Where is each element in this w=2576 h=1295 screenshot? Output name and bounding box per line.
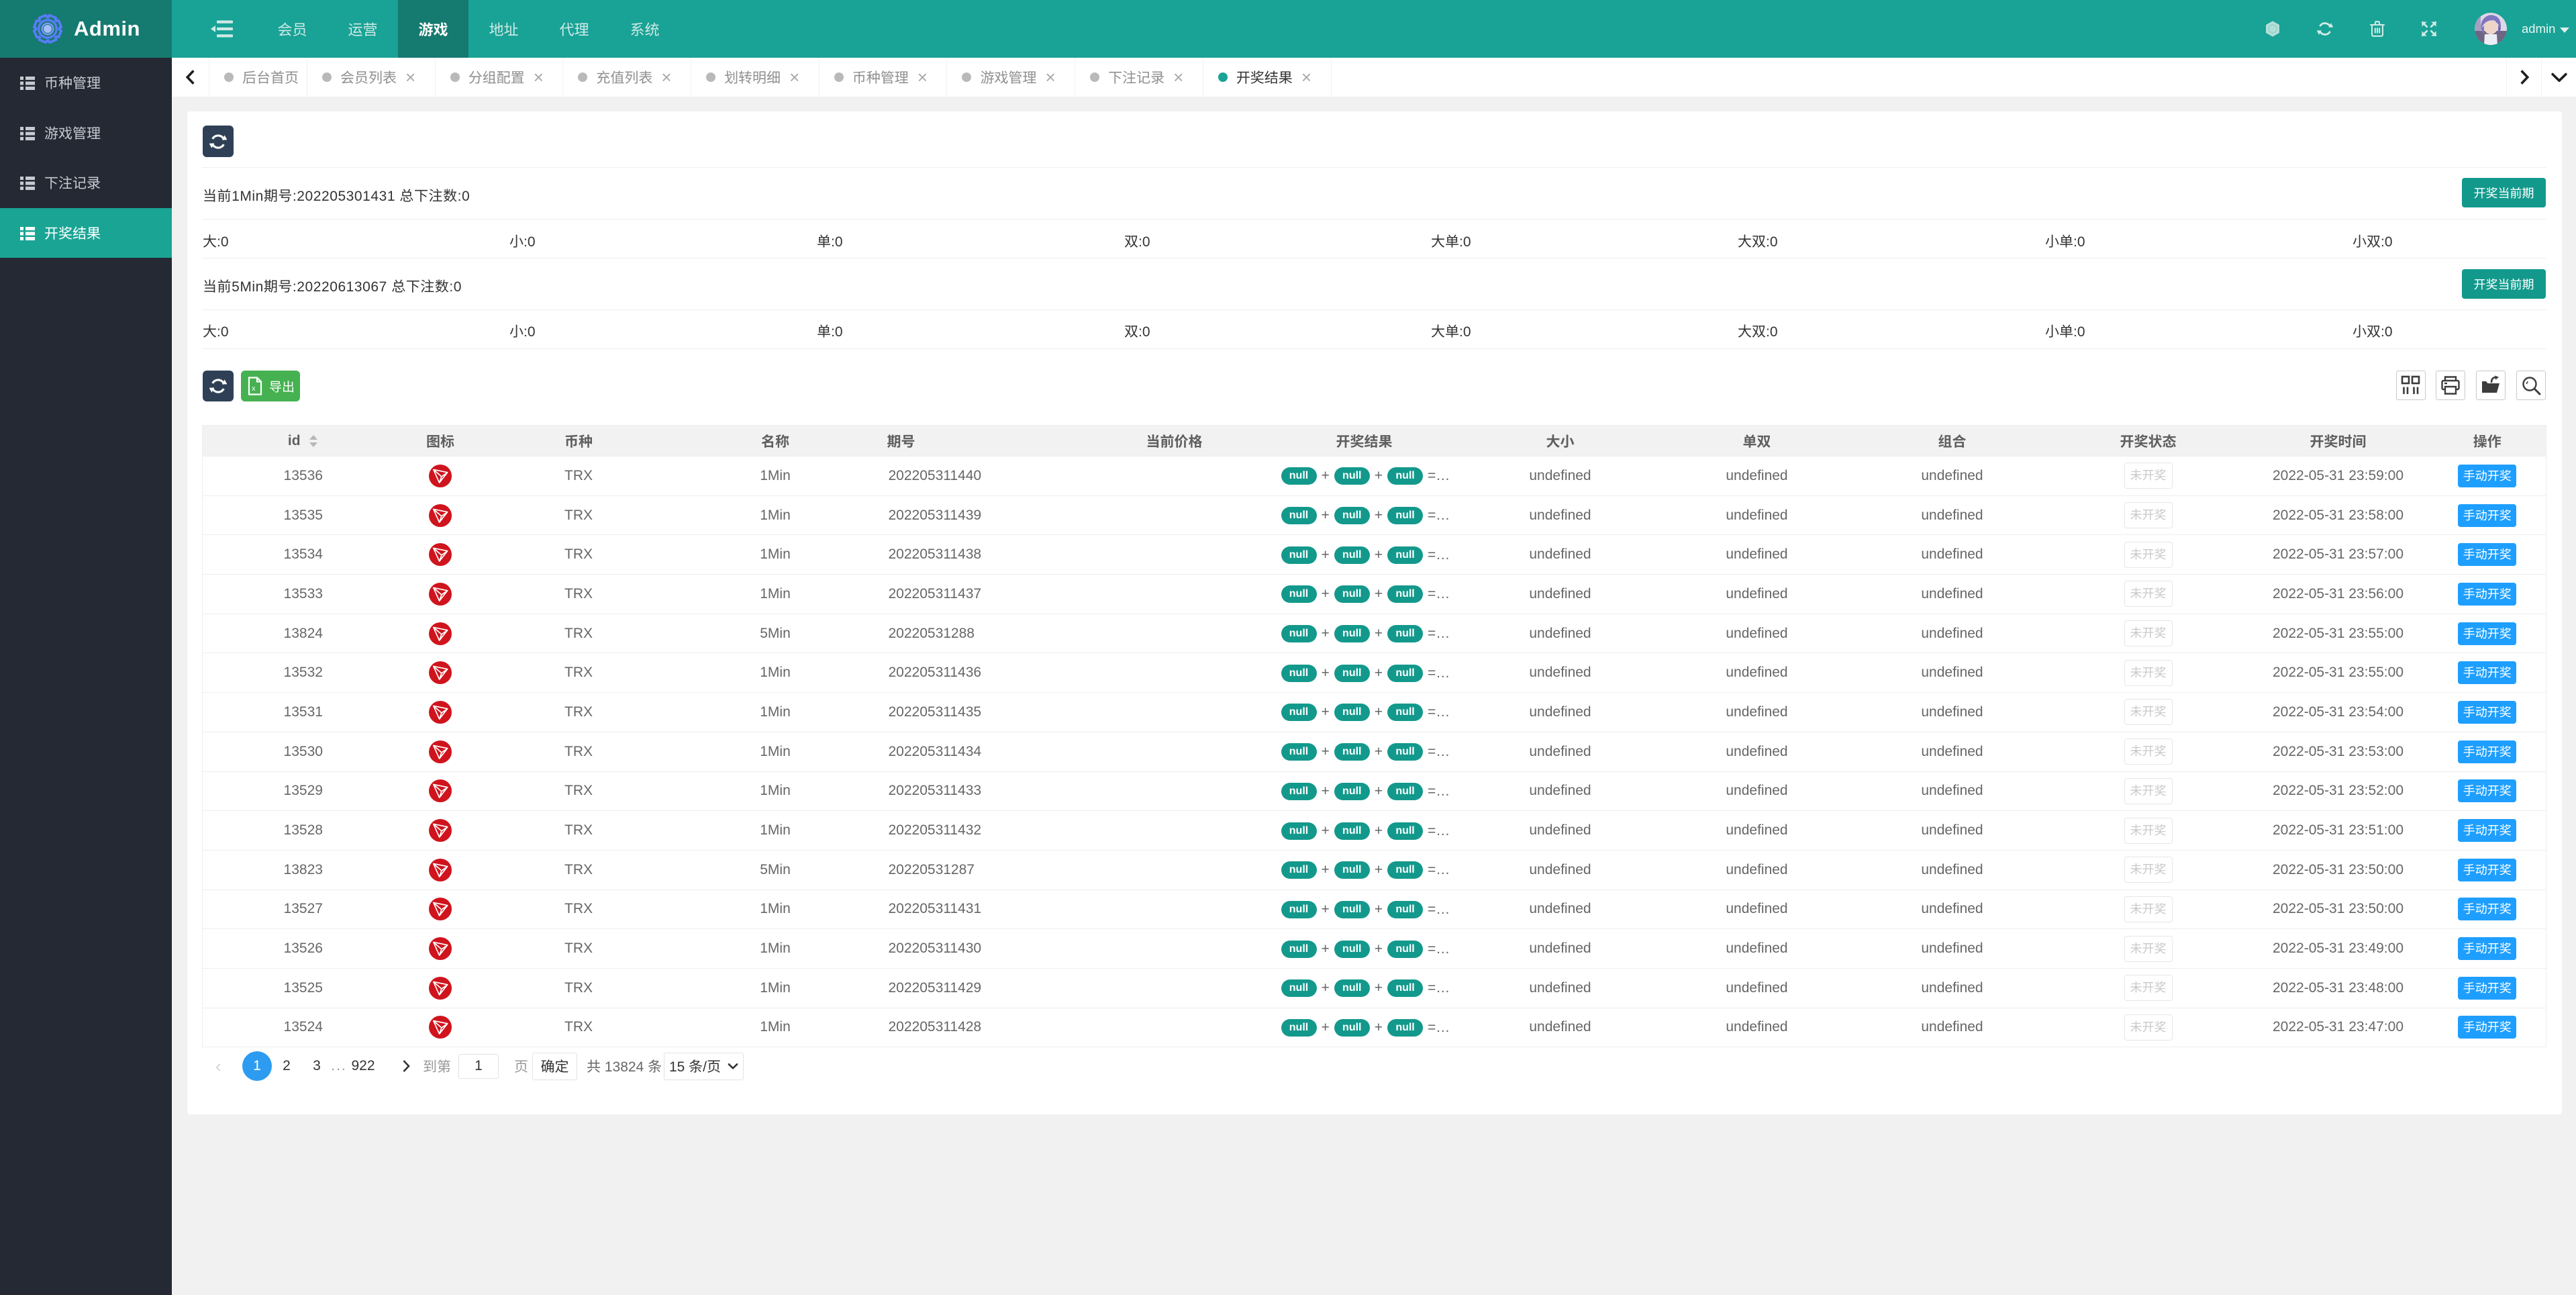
svg-text:x: x xyxy=(252,385,256,393)
